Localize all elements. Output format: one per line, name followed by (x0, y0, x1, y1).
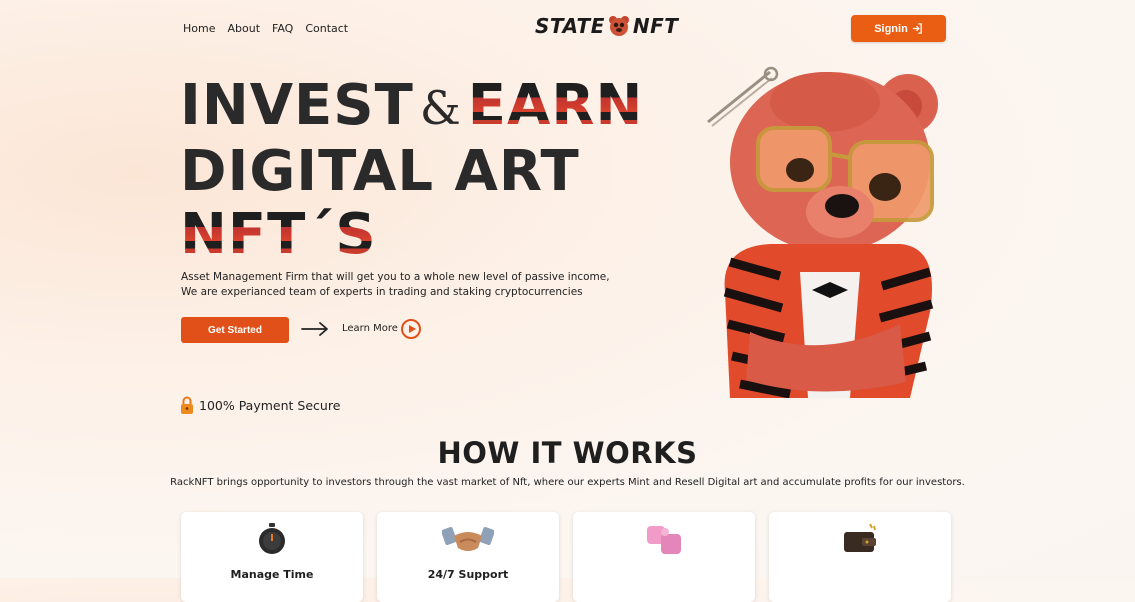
how-it-works-cards: Manage Time 24/7 Support (181, 512, 951, 602)
signin-button[interactable]: Signin (851, 15, 946, 42)
hero-line-1: INVEST & EARN (180, 74, 643, 140)
feature-card[interactable] (769, 512, 951, 602)
nav-about[interactable]: About (227, 22, 260, 35)
bear-nft-illustration (707, 66, 938, 398)
handshake-icon (442, 526, 494, 551)
hero-ampersand: & (419, 81, 462, 135)
logo-text-left: STATE (535, 14, 605, 38)
signin-label: Signin (874, 22, 908, 35)
site-logo[interactable]: STATE NFT (535, 14, 678, 38)
bear-logo-icon (608, 16, 629, 36)
feature-card-title: 24/7 Support (427, 568, 509, 581)
how-it-works-title: HOW IT WORKS (437, 436, 698, 470)
how-it-works-subtitle: RackNFT brings opportunity to investors … (170, 477, 965, 488)
stopwatch-icon (259, 523, 285, 554)
wallet-icon (844, 523, 876, 552)
feature-card[interactable]: 24/7 Support (377, 512, 559, 602)
nav-home[interactable]: Home (183, 22, 215, 35)
hero-line-3: NFT´S (180, 203, 643, 266)
hero-word-earn: EARN (467, 73, 644, 138)
logo-text-right: NFT (632, 14, 679, 38)
play-icon[interactable] (401, 319, 421, 339)
hero-subtitle-line-1: Asset Management Firm that will get you … (181, 271, 610, 283)
feature-card[interactable] (573, 512, 755, 602)
puzzle-icon (647, 526, 681, 554)
learn-more-link[interactable]: Learn More (342, 323, 398, 334)
payment-secure-text: 100% Payment Secure (199, 397, 341, 413)
lock-icon (181, 396, 193, 414)
nav-faq[interactable]: FAQ (272, 22, 293, 35)
hero-subtitle-line-2: We are experianced team of experts in tr… (181, 286, 583, 298)
hero-word-invest: INVEST (180, 73, 414, 138)
hero-title: INVEST & EARN DIGITAL ART NFT´S (180, 74, 643, 266)
feature-card-title: Manage Time (230, 568, 314, 581)
nav-contact[interactable]: Contact (305, 22, 348, 35)
hero-line-2: DIGITAL ART (180, 139, 580, 204)
payment-secure-badge: 100% Payment Secure (180, 396, 340, 414)
main-nav: Home About FAQ Contact (183, 22, 348, 35)
feature-card[interactable]: Manage Time (181, 512, 363, 602)
arrow-right-icon (301, 322, 328, 336)
get-started-button[interactable]: Get Started (181, 317, 289, 343)
hero-subtitle: Asset Management Firm that will get you … (181, 270, 610, 300)
login-icon (912, 23, 922, 34)
